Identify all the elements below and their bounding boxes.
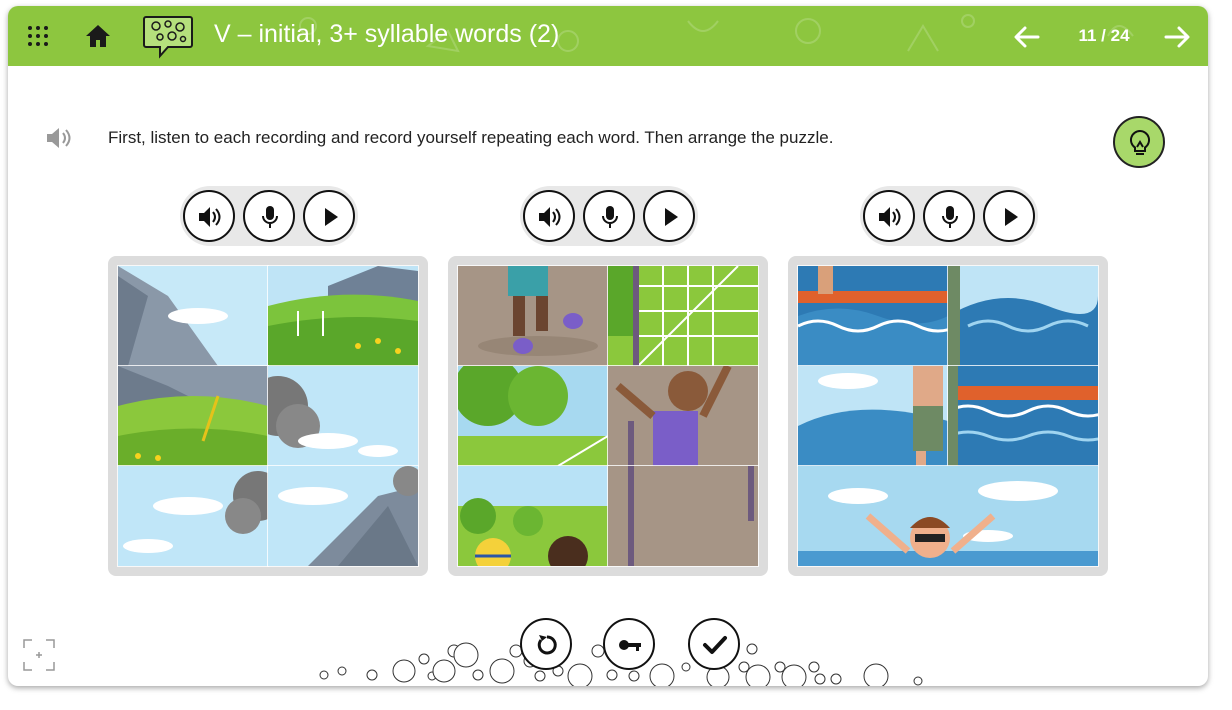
- microphone-icon: [942, 206, 958, 228]
- puzzle-tile[interactable]: [947, 365, 1099, 467]
- word-controls-3: [860, 186, 1038, 246]
- speaker-icon[interactable]: [44, 124, 72, 152]
- microphone-icon: [262, 206, 278, 228]
- puzzle-tile[interactable]: [947, 265, 1099, 367]
- record-button[interactable]: [583, 190, 635, 242]
- puzzle-tile[interactable]: [607, 265, 759, 367]
- microphone-icon: [602, 206, 618, 228]
- instruction-text: First, listen to each recording and reco…: [108, 128, 834, 147]
- speaker-icon: [879, 207, 901, 227]
- record-button[interactable]: [923, 190, 975, 242]
- page-indicator: 11 / 24: [1078, 26, 1130, 45]
- key-icon: [619, 640, 641, 651]
- reset-button[interactable]: [520, 618, 572, 670]
- hint-button[interactable]: [1113, 116, 1165, 168]
- play-button[interactable]: [983, 190, 1035, 242]
- speaker-icon: [539, 207, 561, 227]
- puzzle-tile[interactable]: [267, 365, 419, 467]
- listen-button[interactable]: [863, 190, 915, 242]
- show-answer-button[interactable]: [603, 618, 655, 670]
- puzzle-tile[interactable]: [797, 365, 949, 467]
- listen-button[interactable]: [183, 190, 235, 242]
- check-icon: [703, 636, 727, 654]
- speech-bubble-logo-icon: [143, 16, 193, 59]
- play-icon: [325, 208, 338, 226]
- arrow-right-icon[interactable]: [1162, 22, 1192, 52]
- record-button[interactable]: [243, 190, 295, 242]
- check-button[interactable]: [688, 618, 740, 670]
- play-icon: [665, 208, 678, 226]
- puzzle-tile[interactable]: [117, 265, 269, 367]
- home-icon[interactable]: [84, 22, 112, 50]
- puzzle-surfing: [788, 256, 1108, 576]
- app-window: V – initial, 3+ syllable words (2) 11 / …: [8, 6, 1208, 686]
- grid-menu-icon[interactable]: [26, 24, 50, 48]
- listen-button[interactable]: [523, 190, 575, 242]
- play-icon: [1005, 208, 1018, 226]
- puzzle-volcano: [108, 256, 428, 576]
- puzzle-tile[interactable]: [457, 365, 609, 467]
- puzzle-tile[interactable]: [457, 265, 609, 367]
- fullscreen-icon[interactable]: [22, 638, 56, 672]
- top-bar: V – initial, 3+ syllable words (2) 11 / …: [8, 6, 1208, 66]
- puzzle-volleyball: [448, 256, 768, 576]
- reset-icon: [537, 635, 557, 655]
- play-button[interactable]: [303, 190, 355, 242]
- play-button[interactable]: [643, 190, 695, 242]
- lightbulb-icon: [1129, 129, 1151, 155]
- puzzle-tile[interactable]: [267, 265, 419, 367]
- puzzle-tile[interactable]: [797, 265, 949, 367]
- speaker-icon: [199, 207, 221, 227]
- puzzle-tile[interactable]: [457, 465, 609, 567]
- page-title: V – initial, 3+ syllable words (2): [214, 20, 560, 48]
- puzzle-tile[interactable]: [607, 365, 759, 467]
- puzzle-tile[interactable]: [267, 465, 419, 567]
- puzzle-tile[interactable]: [607, 465, 759, 567]
- puzzle-tile[interactable]: [117, 365, 269, 467]
- word-controls-2: [520, 186, 698, 246]
- puzzle-tile[interactable]: [117, 465, 269, 567]
- arrow-left-icon[interactable]: [1012, 22, 1042, 52]
- word-controls-1: [180, 186, 358, 246]
- puzzle-tile[interactable]: [797, 465, 1099, 567]
